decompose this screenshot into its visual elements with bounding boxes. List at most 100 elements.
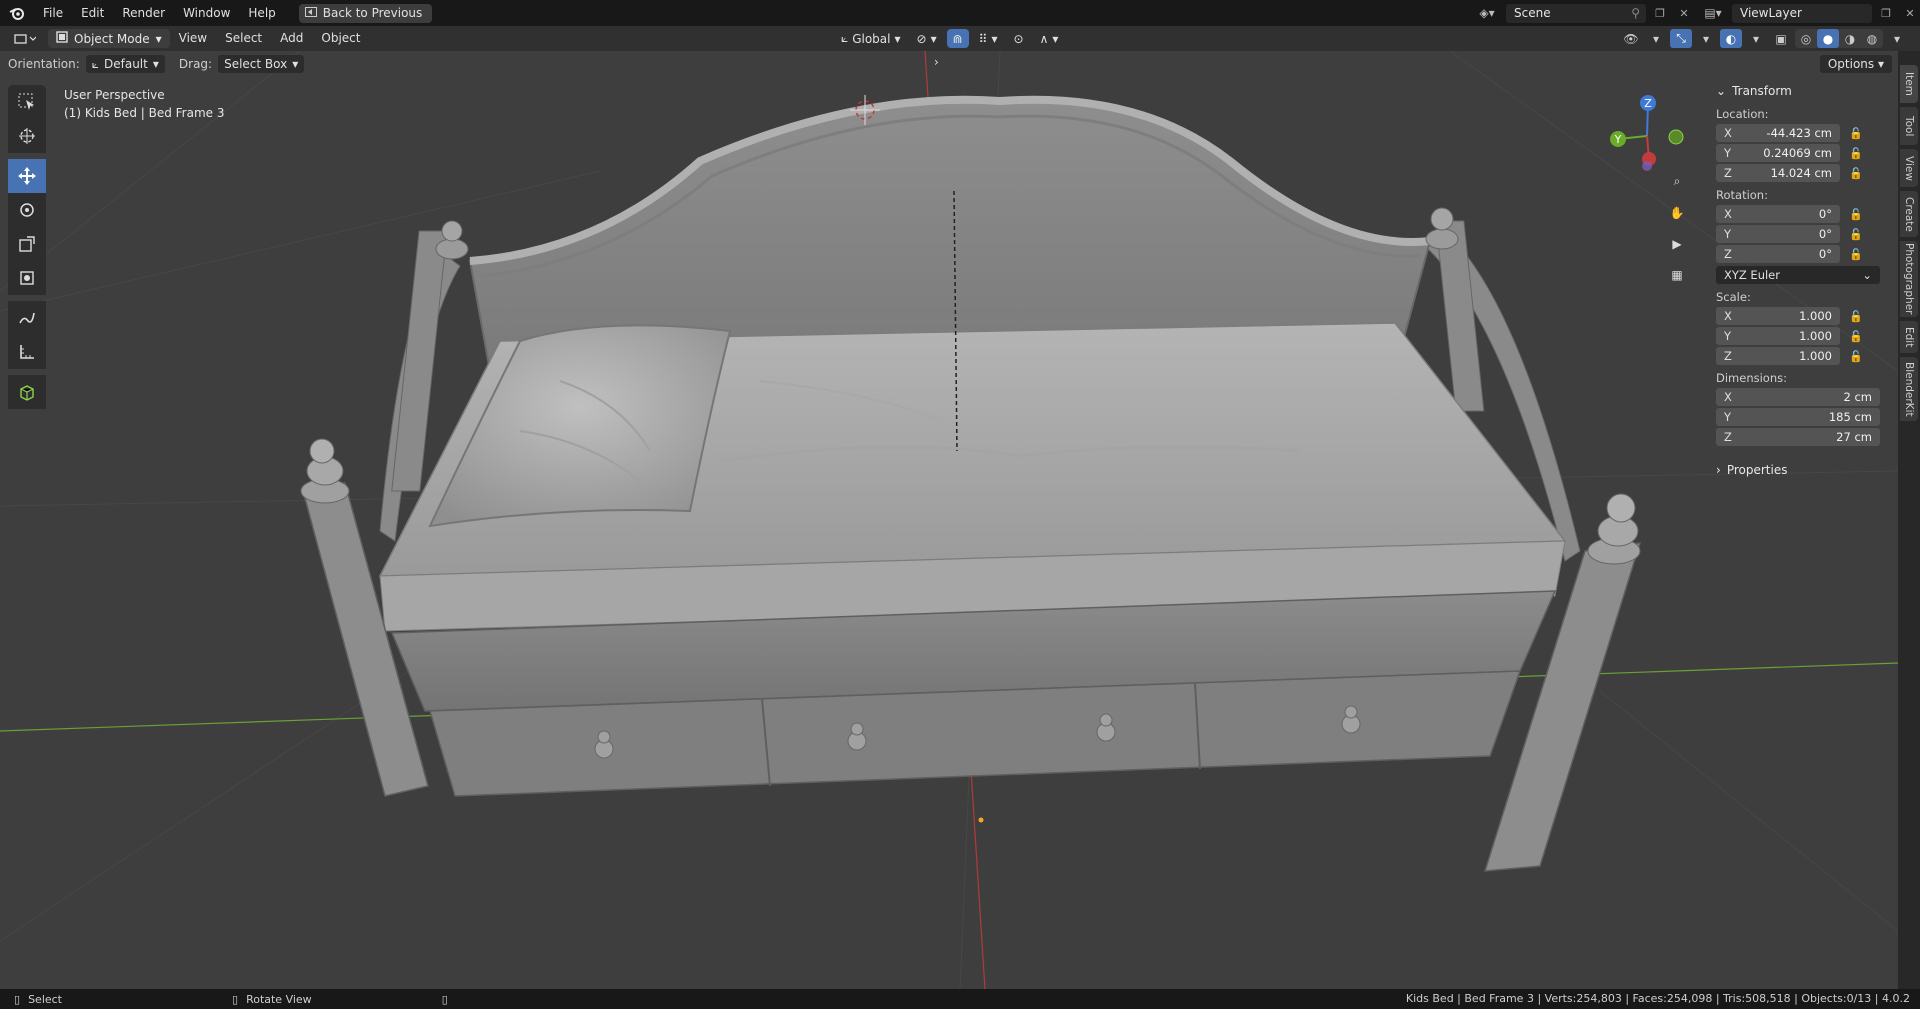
- orientation-axes-icon: ⟀: [841, 31, 849, 45]
- overlays-chevron-icon[interactable]: ▾: [1745, 29, 1767, 48]
- dimensions-y-field[interactable]: Y 185 cm: [1716, 408, 1880, 426]
- pan-hand-icon[interactable]: ✋: [1663, 200, 1691, 225]
- rendered-shading-icon[interactable]: ◍: [1861, 29, 1883, 48]
- rotation-y-field[interactable]: Y 0°: [1716, 225, 1840, 243]
- mouse-middle-icon: ▯: [232, 992, 239, 1006]
- drag-dropdown[interactable]: Select Box ▾: [218, 55, 305, 73]
- scene-selector-group: ◈▾ Scene ⚲ ❐ ✕ ▤▾ ViewLayer ❐ ✕: [1472, 0, 1920, 26]
- xray-toggle-icon[interactable]: ▣: [1770, 29, 1792, 48]
- transform-tool-icon[interactable]: [8, 261, 46, 295]
- rotation-z-field[interactable]: Z 0°: [1716, 245, 1840, 263]
- dimensions-label: Dimensions:: [1716, 371, 1787, 385]
- lock-icon[interactable]: 🔓: [1840, 127, 1872, 140]
- location-z-field[interactable]: Z 14.024 cm: [1716, 164, 1840, 182]
- shading-chevron-icon[interactable]: ▾: [1886, 29, 1908, 48]
- chevron-right-icon: ›: [1716, 463, 1721, 477]
- menu-help[interactable]: Help: [239, 0, 284, 26]
- back-to-previous-label: Back to Previous: [322, 6, 423, 20]
- navigation-gizmo[interactable]: Z Y: [1600, 91, 1690, 181]
- camera-view-icon[interactable]: ▶: [1663, 231, 1691, 256]
- snap-toggle[interactable]: ⋒: [946, 29, 969, 48]
- editor-type-dropdown[interactable]: [6, 29, 44, 48]
- lock-icon[interactable]: 🔓: [1840, 248, 1872, 261]
- view-layer-icon[interactable]: ▤▾: [1698, 4, 1728, 23]
- scene-name-field[interactable]: Scene ⚲: [1506, 3, 1646, 23]
- menu-object[interactable]: Object: [312, 26, 369, 51]
- tab-tool[interactable]: Tool: [1900, 107, 1918, 145]
- lock-icon[interactable]: 🔓: [1840, 350, 1872, 363]
- delete-scene-icon[interactable]: ✕: [1674, 4, 1694, 23]
- annotate-tool-icon[interactable]: [8, 301, 46, 335]
- scale-y-row: Y 1.000 🔓: [1716, 327, 1896, 345]
- move-tool-icon[interactable]: [8, 159, 46, 193]
- falloff-curve-icon: ∧: [1039, 31, 1049, 46]
- lock-icon[interactable]: 🔓: [1840, 310, 1872, 323]
- new-view-layer-icon[interactable]: ❐: [1876, 4, 1896, 23]
- view-layer-field[interactable]: ViewLayer: [1732, 3, 1872, 23]
- tab-photographer[interactable]: Photographer: [1900, 241, 1918, 317]
- dimensions-z-field[interactable]: Z 27 cm: [1716, 428, 1880, 446]
- mode-dropdown[interactable]: Object Mode ▾: [48, 29, 170, 48]
- snap-target-dropdown[interactable]: ⠿ ▾: [973, 29, 1004, 48]
- scale-y-field[interactable]: Y 1.000: [1716, 327, 1840, 345]
- gizmo-toggle-icon[interactable]: ⤡: [1670, 29, 1692, 48]
- measure-tool-icon[interactable]: [8, 335, 46, 369]
- scene-icon[interactable]: ◈▾: [1472, 4, 1502, 23]
- visibility-chevron-icon[interactable]: ▾: [1645, 29, 1667, 48]
- options-dropdown[interactable]: Options ▾: [1819, 55, 1892, 73]
- tab-item[interactable]: Item: [1900, 65, 1918, 103]
- scale-z-field[interactable]: Z 1.000: [1716, 347, 1840, 365]
- menu-window[interactable]: Window: [174, 0, 239, 26]
- rotate-tool-icon[interactable]: [8, 193, 46, 227]
- cursor-tool-icon[interactable]: [8, 119, 46, 153]
- select-box-tool-icon[interactable]: [8, 85, 46, 119]
- overlays-toggle-icon[interactable]: ◐: [1720, 29, 1742, 48]
- proportional-edit-toggle[interactable]: ⊙: [1008, 29, 1030, 48]
- lock-icon[interactable]: 🔓: [1840, 330, 1872, 343]
- viewport-header: Object Mode ▾ View Select Add Object ⟀ G…: [0, 26, 1920, 51]
- transform-panel-header[interactable]: ⌄ Transform: [1710, 81, 1896, 101]
- zoom-icon[interactable]: ⌕: [1663, 169, 1691, 194]
- solid-shading-icon[interactable]: ●: [1817, 29, 1839, 48]
- wireframe-shading-icon[interactable]: ◎: [1795, 29, 1817, 48]
- menu-add[interactable]: Add: [271, 26, 312, 51]
- menu-view[interactable]: View: [170, 26, 216, 51]
- location-y-field[interactable]: Y 0.24069 cm: [1716, 144, 1840, 162]
- lock-icon[interactable]: 🔓: [1840, 208, 1872, 221]
- scale-x-field[interactable]: X 1.000: [1716, 307, 1840, 325]
- tab-view[interactable]: View: [1900, 149, 1918, 187]
- gizmo-chevron-icon[interactable]: ▾: [1695, 29, 1717, 48]
- menu-file[interactable]: File: [34, 0, 72, 26]
- properties-panel-header[interactable]: › Properties: [1710, 460, 1896, 480]
- tab-blenderkit[interactable]: BlenderKit: [1900, 357, 1918, 421]
- rotation-x-field[interactable]: X 0°: [1716, 205, 1840, 223]
- menu-render[interactable]: Render: [113, 0, 174, 26]
- location-x-row: X -44.423 cm 🔓: [1716, 124, 1896, 142]
- delete-view-layer-icon[interactable]: ✕: [1900, 4, 1920, 23]
- menu-edit[interactable]: Edit: [72, 0, 113, 26]
- pin-icon[interactable]: ⚲: [1631, 4, 1640, 23]
- lock-icon[interactable]: 🔓: [1840, 167, 1872, 180]
- tab-edit[interactable]: Edit: [1900, 321, 1918, 353]
- transform-orientation-dropdown[interactable]: ⟀ Global ▾: [835, 29, 907, 48]
- ortho-grid-icon[interactable]: ▦: [1663, 262, 1691, 287]
- location-x-field[interactable]: X -44.423 cm: [1716, 124, 1840, 142]
- rotation-mode-dropdown[interactable]: XYZ Euler ⌄: [1716, 266, 1880, 284]
- falloff-dropdown[interactable]: ∧ ▾: [1034, 29, 1065, 48]
- menu-select[interactable]: Select: [216, 26, 271, 51]
- blender-logo-icon[interactable]: [0, 0, 34, 26]
- dimensions-x-field[interactable]: X2 cm: [1716, 388, 1880, 406]
- new-scene-icon[interactable]: ❐: [1650, 4, 1670, 23]
- 3d-viewport[interactable]: Orientation: ⟀ Default ▾ Drag: Select Bo…: [0, 51, 1898, 989]
- back-to-previous-button[interactable]: Back to Previous: [298, 3, 433, 23]
- expand-header-chevron-icon[interactable]: ›: [934, 55, 939, 69]
- visibility-eye-icon[interactable]: 👁: [1620, 29, 1642, 48]
- pivot-point-dropdown[interactable]: ⊘ ▾: [911, 29, 943, 48]
- material-shading-icon[interactable]: ◑: [1839, 29, 1861, 48]
- orientation-dropdown[interactable]: ⟀ Default ▾: [85, 55, 165, 73]
- lock-icon[interactable]: 🔓: [1840, 147, 1872, 160]
- lock-icon[interactable]: 🔓: [1840, 228, 1872, 241]
- scale-tool-icon[interactable]: [8, 227, 46, 261]
- add-cube-tool-icon[interactable]: [8, 375, 46, 409]
- tab-create[interactable]: Create: [1900, 191, 1918, 237]
